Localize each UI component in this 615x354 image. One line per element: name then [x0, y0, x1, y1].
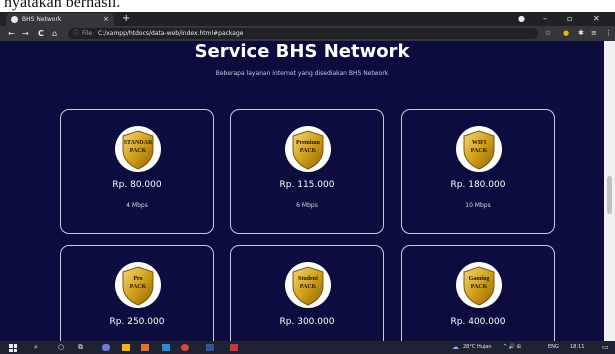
page-title: Service BHS Network: [194, 41, 410, 62]
pack-badge: Gaming PACK: [456, 262, 502, 308]
badge-line2: PACK: [299, 284, 317, 290]
tab-close-icon[interactable]: ×: [103, 13, 109, 26]
badge-line2: PACK: [129, 284, 147, 290]
badge-line2: PACK: [299, 148, 317, 154]
package-speed: 6 Mbps: [296, 202, 318, 209]
reload-button[interactable]: C: [38, 26, 44, 41]
badge-line1: Gaming: [468, 276, 490, 282]
tray-icons[interactable]: ^ 🔊 ⊞: [503, 341, 521, 354]
page-subtitle: Beberapa layanan internet yang disediaka…: [215, 70, 389, 77]
home-button[interactable]: ⌂: [52, 26, 57, 41]
badge-text: Gaming PACK: [456, 275, 502, 291]
address-url[interactable]: C:/xampp/htdocs/data-web/index.html#pack…: [98, 28, 243, 39]
browser-toolbar: ← → C ⌂ ⓘ File C:/xampp/htdocs/data-web/…: [0, 26, 615, 41]
store-icon[interactable]: [162, 344, 170, 351]
file-explorer-icon[interactable]: [122, 344, 130, 351]
web-page: Service BHS Network Beberapa layanan int…: [0, 41, 604, 341]
puzzle-icon[interactable]: ✱: [578, 26, 584, 41]
cortana-icon[interactable]: ○: [58, 341, 64, 354]
badge-line2: PACK: [470, 284, 488, 290]
browser-tabstrip: BHS Network × + ● – ▫ ✕: [0, 12, 615, 26]
star-icon[interactable]: ☆: [545, 26, 551, 41]
badge-text: Student PACK: [285, 275, 331, 291]
badge-text: STANDAR PACK: [115, 139, 161, 155]
back-button[interactable]: ←: [8, 26, 15, 41]
weather-text[interactable]: 28°C Hujan: [463, 341, 492, 354]
badge-text: Pro PACK: [115, 275, 161, 291]
package-card[interactable]: WIFI PACK Rp. 180.000 10 Mbps: [401, 109, 555, 234]
package-price: Rp. 250.000: [109, 317, 165, 327]
package-price: Rp. 80.000: [112, 180, 162, 190]
xampp-icon[interactable]: [141, 344, 149, 351]
pack-badge: Student PACK: [285, 262, 331, 308]
address-scheme: File: [82, 30, 93, 37]
pack-badge: STANDAR PACK: [115, 126, 161, 172]
badge-text: WIFI PACK: [456, 139, 502, 155]
pack-badge: Premium PACK: [285, 126, 331, 172]
document-caption-text: nyatakan berhasil.: [4, 0, 121, 11]
language-indicator[interactable]: ENG: [548, 341, 559, 354]
package-price: Rp. 115.000: [279, 180, 335, 190]
reading-list-icon[interactable]: ≡: [591, 26, 597, 41]
badge-line1: Student: [297, 276, 318, 282]
badge-line1: WIFI: [471, 140, 487, 146]
package-price: Rp. 400.000: [450, 317, 506, 327]
package-card[interactable]: Gaming PACK Rp. 400.000: [401, 245, 555, 341]
task-view-icon[interactable]: ⧉: [78, 341, 83, 354]
package-price: Rp. 180.000: [450, 180, 506, 190]
badge-line1: Premium: [296, 140, 320, 146]
chrome-icon[interactable]: [181, 344, 189, 351]
forward-button[interactable]: →: [22, 26, 29, 41]
close-window-button[interactable]: ✕: [593, 12, 600, 26]
new-tab-button[interactable]: +: [122, 12, 130, 26]
package-speed: 4 Mbps: [126, 202, 148, 209]
clock[interactable]: 18:11: [570, 341, 584, 354]
badge-line1: Pro: [133, 276, 143, 282]
weather-icon[interactable]: ☁: [452, 341, 459, 354]
package-card[interactable]: Pro PACK Rp. 250.000: [60, 245, 214, 341]
windows-start-icon[interactable]: [9, 344, 17, 352]
browser-tab[interactable]: BHS Network ×: [6, 13, 114, 26]
pack-badge: WIFI PACK: [456, 126, 502, 172]
maximize-button[interactable]: ▫: [567, 12, 572, 26]
profile-dot-icon[interactable]: ●: [518, 12, 525, 26]
notification-icon[interactable]: ▭: [602, 341, 609, 354]
badge-line2: PACK: [129, 148, 147, 154]
windows-taskbar: ⌕ ○ ⧉ ☁ 28°C Hujan ^ 🔊 ⊞ ENG 18:11 ▭: [0, 341, 615, 354]
info-icon[interactable]: ⓘ: [73, 28, 79, 39]
package-price: Rp. 300.000: [279, 317, 335, 327]
teams-icon[interactable]: [102, 344, 110, 351]
scrollbar-thumb[interactable]: [607, 176, 612, 214]
address-bar[interactable]: ⓘ File C:/xampp/htdocs/data-web/index.ht…: [68, 28, 538, 39]
package-card[interactable]: Premium PACK Rp. 115.000 6 Mbps: [230, 109, 384, 234]
badge-text: Premium PACK: [285, 139, 331, 155]
tab-title: BHS Network: [22, 16, 62, 23]
badge-line1: STANDAR: [123, 140, 153, 146]
globe-icon: [11, 16, 18, 23]
menu-icon[interactable]: ⋮: [605, 26, 612, 41]
pack-badge: Pro PACK: [115, 262, 161, 308]
package-speed: 10 Mbps: [465, 202, 491, 209]
package-card[interactable]: STANDAR PACK Rp. 80.000 4 Mbps: [60, 109, 214, 234]
package-card[interactable]: Student PACK Rp. 300.000: [230, 245, 384, 341]
extension-icon[interactable]: ●: [563, 26, 569, 41]
word-icon[interactable]: [206, 344, 214, 351]
pinned-app-icon[interactable]: [230, 344, 238, 351]
badge-line2: PACK: [470, 148, 488, 154]
page-scrollbar[interactable]: [604, 41, 615, 341]
search-icon[interactable]: ⌕: [34, 341, 38, 354]
minimize-button[interactable]: –: [543, 12, 547, 26]
